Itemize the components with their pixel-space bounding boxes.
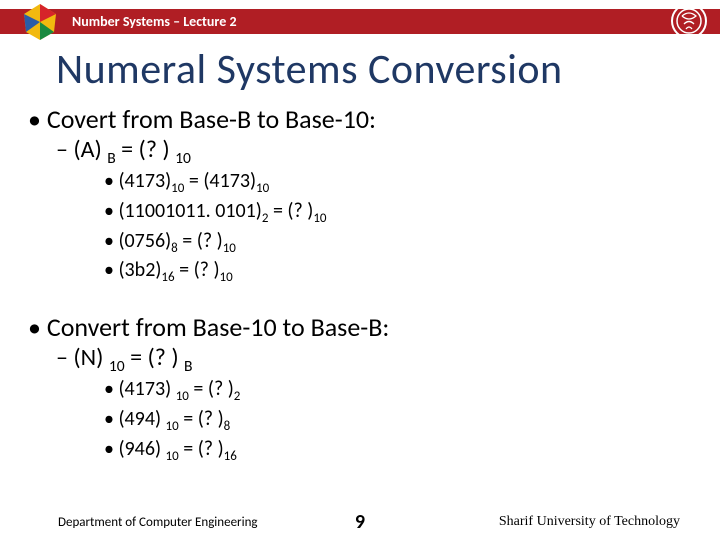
- list-item: (494) 10 = (? )8: [104, 406, 720, 436]
- list-item: (4173) 10 = (? )2: [104, 376, 720, 406]
- header-banner: Number Systems – Lecture 2: [0, 9, 720, 34]
- example-sub: 10: [220, 270, 233, 285]
- content-area: Covert from Base-B to Base-10: (A) B = (…: [28, 103, 720, 466]
- formula-text: (A): [73, 135, 107, 164]
- example-sub: 10: [313, 211, 326, 226]
- example-text: (4173): [118, 169, 171, 193]
- list-item: (11001011. 0101)2 = (? )10: [104, 198, 720, 228]
- example-sub: 8: [224, 419, 231, 434]
- example-text: = (? ): [179, 437, 224, 461]
- example-text: = (? ): [179, 407, 224, 431]
- list-item: (3b2)16 = (? )10: [104, 257, 720, 287]
- example-sub: 10: [166, 419, 179, 434]
- example-text: = (4173): [184, 169, 256, 193]
- example-text: (4173): [118, 377, 175, 401]
- section2-formula: (N) 10 = (? ) B: [56, 343, 720, 376]
- page-number: 9: [355, 510, 365, 534]
- example-text: (3b2): [118, 258, 161, 282]
- footer-department: Department of Computer Engineering: [58, 515, 258, 530]
- example-text: = (? ): [175, 258, 220, 282]
- example-text: (494): [118, 407, 165, 431]
- section1-formula: (A) B = (? ) 10: [56, 135, 720, 168]
- formula-text: = (? ): [125, 343, 184, 372]
- example-sub: 8: [171, 241, 178, 256]
- example-text: (946): [118, 437, 165, 461]
- section2-heading: Convert from Base-10 to Base-B:: [28, 311, 720, 343]
- lecture-label: Number Systems – Lecture 2: [72, 13, 237, 30]
- example-text: = (? ): [189, 377, 234, 401]
- formula-sub: B: [107, 149, 115, 168]
- example-sub: 10: [171, 181, 184, 196]
- footer-university: Sharif University of Technology: [499, 514, 680, 530]
- spacer: [28, 287, 720, 309]
- formula-sub: 10: [109, 357, 125, 376]
- formula-sub: 10: [175, 149, 191, 168]
- university-logo-icon: [670, 2, 708, 45]
- department-logo-icon: [18, 2, 62, 47]
- example-text: (11001011. 0101): [118, 199, 261, 223]
- formula-text: = (? ): [116, 135, 175, 164]
- slide-title: Numeral Systems Conversion: [56, 44, 720, 95]
- example-sub: 10: [166, 449, 179, 464]
- header-bar: Number Systems – Lecture 2: [0, 0, 720, 44]
- list-item: (0756)8 = (? )10: [104, 228, 720, 258]
- formula-text: (N): [73, 343, 108, 372]
- section1-heading: Covert from Base-B to Base-10:: [28, 103, 720, 135]
- formula-sub: B: [184, 357, 192, 376]
- example-sub: 2: [234, 389, 241, 404]
- list-item: (946) 10 = (? )16: [104, 436, 720, 466]
- example-sub: 10: [256, 181, 269, 196]
- footer: Department of Computer Engineering 9 Sha…: [0, 514, 720, 530]
- example-sub: 16: [224, 449, 237, 464]
- example-sub: 16: [161, 270, 174, 285]
- example-sub: 10: [223, 241, 236, 256]
- example-text: (0756): [118, 229, 171, 253]
- list-item: (4173)10 = (4173)10: [104, 168, 720, 198]
- example-text: = (? ): [178, 229, 223, 253]
- example-text: = (? ): [268, 199, 313, 223]
- example-sub: 10: [176, 389, 189, 404]
